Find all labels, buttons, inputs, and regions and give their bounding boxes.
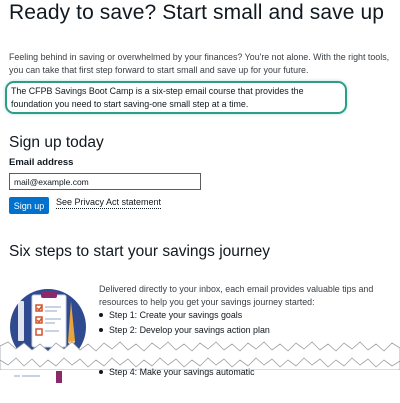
list-item: Step 1: Create your savings goals	[99, 309, 270, 324]
highlight-callout: The CFPB Savings Boot Camp is a six-step…	[5, 81, 347, 114]
signup-heading: Sign up today	[9, 134, 104, 151]
list-item: Step 2: Develop your savings action plan	[99, 324, 270, 339]
list-item: Step 4: Make your savings automatic	[99, 366, 255, 381]
email-field[interactable]	[9, 173, 201, 190]
email-label: Email address	[9, 157, 74, 168]
callout-text: The CFPB Savings Boot Camp is a six-step…	[11, 86, 304, 109]
intro-paragraph: Feeling behind in saving or overwhelmed …	[9, 52, 390, 75]
privacy-act-link[interactable]: See Privacy Act statement	[56, 197, 162, 209]
steps-intro: Delivered directly to your inbox, each e…	[99, 284, 374, 307]
clipboard-remnant	[14, 371, 74, 385]
page-title: Ready to save? Start small and save up	[9, 1, 385, 24]
steps-list-continued: Step 4: Make your savings automatic	[99, 366, 255, 381]
signup-button[interactable]: Sign up	[9, 197, 49, 214]
steps-list: Step 1: Create your savings goals Step 2…	[99, 309, 270, 339]
steps-heading: Six steps to start your savings journey	[9, 243, 271, 260]
